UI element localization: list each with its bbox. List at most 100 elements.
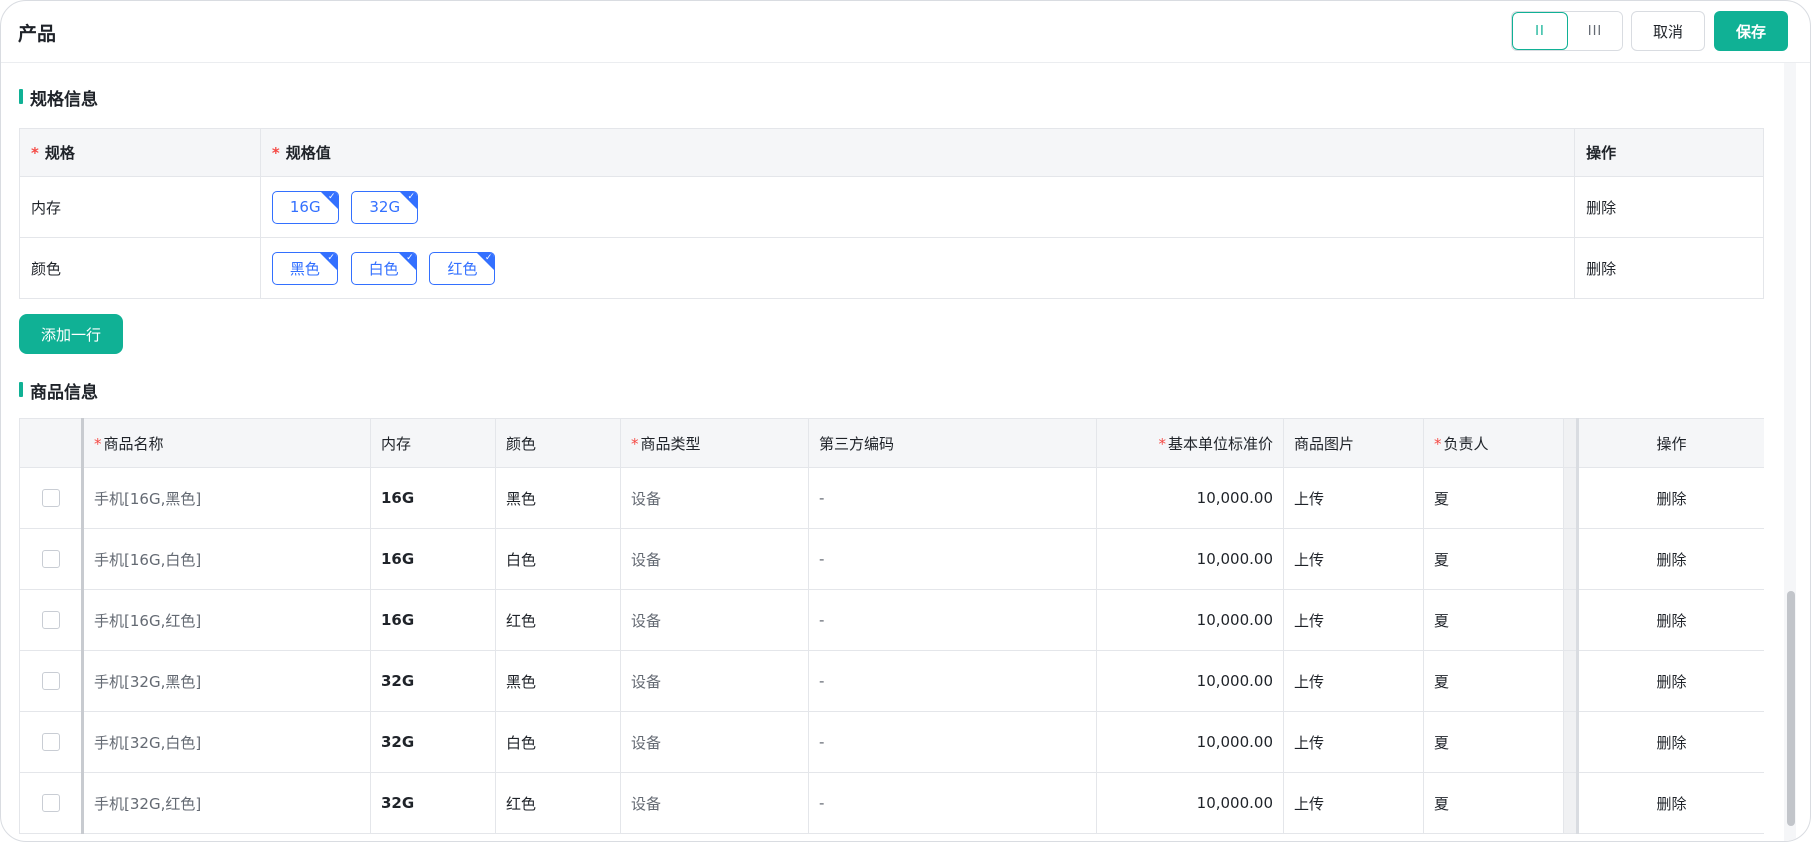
memory-cell: 16G <box>370 589 496 651</box>
type-cell: 设备 <box>620 772 809 834</box>
check-icon: ✓ <box>328 191 336 202</box>
table-row: 手机[16G,红色] 16G 红色 设备 -10,000.00 上传夏删除 <box>19 589 1764 651</box>
spec-value-tag[interactable]: 红色 ✓ <box>429 251 496 285</box>
save-button[interactable]: 保存 <box>1714 11 1788 51</box>
layout-three-column-button[interactable]: III <box>1568 12 1622 50</box>
spec-values-cell: 16G ✓ 32G ✓ <box>259 176 1576 238</box>
row-checkbox[interactable] <box>41 489 60 508</box>
owner-cell: 夏 <box>1423 589 1564 651</box>
table-row: 手机[16G,黑色] 16G 黑色 设备 -10,000.00 上传夏删除 <box>19 467 1764 529</box>
memory-cell: 32G <box>370 711 496 773</box>
fixed-column-divider <box>1563 650 1579 712</box>
third-code-column-header: 第三方编码 <box>808 418 1097 468</box>
spec-column-header: * 规格 <box>19 128 261 177</box>
third-code-cell: - <box>808 528 1097 590</box>
product-delete-link[interactable]: 删除 <box>1577 711 1764 773</box>
product-name-cell: 手机[32G,黑色] <box>81 650 371 712</box>
product-delete-link[interactable]: 删除 <box>1577 528 1764 590</box>
spec-value-tag[interactable]: 16G ✓ <box>271 190 339 224</box>
table-row: 内存 16G ✓ 32G ✓ 删除 <box>19 176 1764 238</box>
spec-value-tag[interactable]: 黑色 ✓ <box>271 251 338 285</box>
fixed-column-divider <box>1563 528 1579 590</box>
upload-image-link[interactable]: 上传 <box>1283 589 1424 651</box>
spec-value-column-header: * 规格值 <box>259 128 1576 177</box>
product-delete-link[interactable]: 删除 <box>1577 772 1764 834</box>
price-cell: 10,000.00 <box>1096 711 1284 773</box>
row-select-cell <box>19 589 83 651</box>
upload-image-link[interactable]: 上传 <box>1283 650 1424 712</box>
owner-cell: 夏 <box>1423 772 1564 834</box>
spec-delete-link[interactable]: 删除 <box>1574 237 1764 299</box>
spec-name-cell: 内存 <box>19 176 261 238</box>
owner-column-header: * 负责人 <box>1423 418 1564 468</box>
product-name-cell: 手机[16G,红色] <box>81 589 371 651</box>
action-column-header: 操作 <box>1577 418 1764 468</box>
type-column-header: * 商品类型 <box>620 418 809 468</box>
color-cell: 黑色 <box>495 650 621 712</box>
spec-value-tag[interactable]: 32G ✓ <box>351 190 419 224</box>
price-cell: 10,000.00 <box>1096 467 1284 529</box>
product-section-title: 商品信息 <box>19 378 98 403</box>
type-cell: 设备 <box>620 589 809 651</box>
required-marker: * <box>31 144 39 162</box>
required-marker: * <box>271 144 280 162</box>
row-select-cell <box>19 467 83 529</box>
spec-section-title: 规格信息 <box>19 85 98 110</box>
owner-cell: 夏 <box>1423 650 1564 712</box>
product-delete-link[interactable]: 删除 <box>1577 467 1764 529</box>
price-cell: 10,000.00 <box>1096 589 1284 651</box>
upload-image-link[interactable]: 上传 <box>1283 772 1424 834</box>
fixed-column-divider <box>1563 711 1579 773</box>
product-delete-link[interactable]: 删除 <box>1577 589 1764 651</box>
type-cell: 设备 <box>620 467 809 529</box>
table-row: 手机[32G,黑色] 32G 黑色 设备 -10,000.00 上传夏删除 <box>19 650 1764 712</box>
scrollbar-thumb[interactable] <box>1787 591 1795 826</box>
upload-image-link[interactable]: 上传 <box>1283 711 1424 773</box>
memory-cell: 16G <box>370 467 496 529</box>
upload-image-link[interactable]: 上传 <box>1283 467 1424 529</box>
upload-image-link[interactable]: 上传 <box>1283 528 1424 590</box>
row-select-cell <box>19 772 83 834</box>
third-code-cell: - <box>808 711 1097 773</box>
check-icon: ✓ <box>327 252 335 263</box>
third-code-cell: - <box>808 650 1097 712</box>
spec-table: * 规格 * 规格值 操作 内存 16G ✓ 32G ✓ 删除 颜色 黑色 ✓ 白色 ✓ 红… <box>19 128 1764 299</box>
table-row: 颜色 黑色 ✓ 白色 ✓ 红色 ✓ 删除 <box>19 237 1764 299</box>
third-code-cell: - <box>808 589 1097 651</box>
table-row: 手机[16G,白色] 16G 白色 设备 -10,000.00 上传夏删除 <box>19 528 1764 590</box>
product-name-cell: 手机[16G,白色] <box>81 528 371 590</box>
required-marker: * <box>1158 434 1166 453</box>
price-cell: 10,000.00 <box>1096 528 1284 590</box>
memory-cell: 16G <box>370 528 496 590</box>
row-checkbox[interactable] <box>41 733 60 752</box>
spec-name-cell: 颜色 <box>19 237 261 299</box>
table-row: 手机[32G,白色] 32G 白色 设备 -10,000.00 上传夏删除 <box>19 711 1764 773</box>
row-checkbox[interactable] <box>41 794 60 813</box>
check-icon: ✓ <box>407 191 416 202</box>
image-column-header: 商品图片 <box>1283 418 1424 468</box>
row-checkbox[interactable] <box>41 672 60 691</box>
color-column-header: 颜色 <box>495 418 621 468</box>
spec-values-cell: 黑色 ✓ 白色 ✓ 红色 ✓ <box>259 237 1576 299</box>
add-row-button[interactable]: 添加一行 <box>19 314 123 354</box>
owner-cell: 夏 <box>1423 467 1564 529</box>
spec-delete-link[interactable]: 删除 <box>1574 176 1764 238</box>
color-cell: 红色 <box>495 589 621 651</box>
required-marker: * <box>1434 434 1442 453</box>
price-cell: 10,000.00 <box>1096 650 1284 712</box>
row-select-cell <box>19 711 83 773</box>
layout-two-column-button[interactable]: II <box>1512 12 1568 50</box>
row-checkbox[interactable] <box>41 550 60 569</box>
product-table-container: * 商品名称 内存 颜色 * 商品类型 第三方编码 * 基本单位标准价 商品图片 * 负… <box>19 418 1764 841</box>
product-delete-link[interactable]: 删除 <box>1577 650 1764 712</box>
cancel-button[interactable]: 取消 <box>1631 11 1705 51</box>
product-form-window: 产品 II III 取消 保存 规格信息 * 规格 * 规格值 操作 内存 16G <box>0 0 1811 842</box>
fixed-column-divider <box>1563 772 1579 834</box>
spec-value-tag[interactable]: 白色 ✓ <box>350 251 417 285</box>
spec-action-column-header: 操作 <box>1574 128 1764 177</box>
type-cell: 设备 <box>620 528 809 590</box>
row-checkbox[interactable] <box>41 611 60 630</box>
product-table-header: * 商品名称 内存 颜色 * 商品类型 第三方编码 * 基本单位标准价 商品图片 * 负… <box>19 418 1764 468</box>
product-name-cell: 手机[32G,红色] <box>81 772 371 834</box>
row-select-cell <box>19 528 83 590</box>
